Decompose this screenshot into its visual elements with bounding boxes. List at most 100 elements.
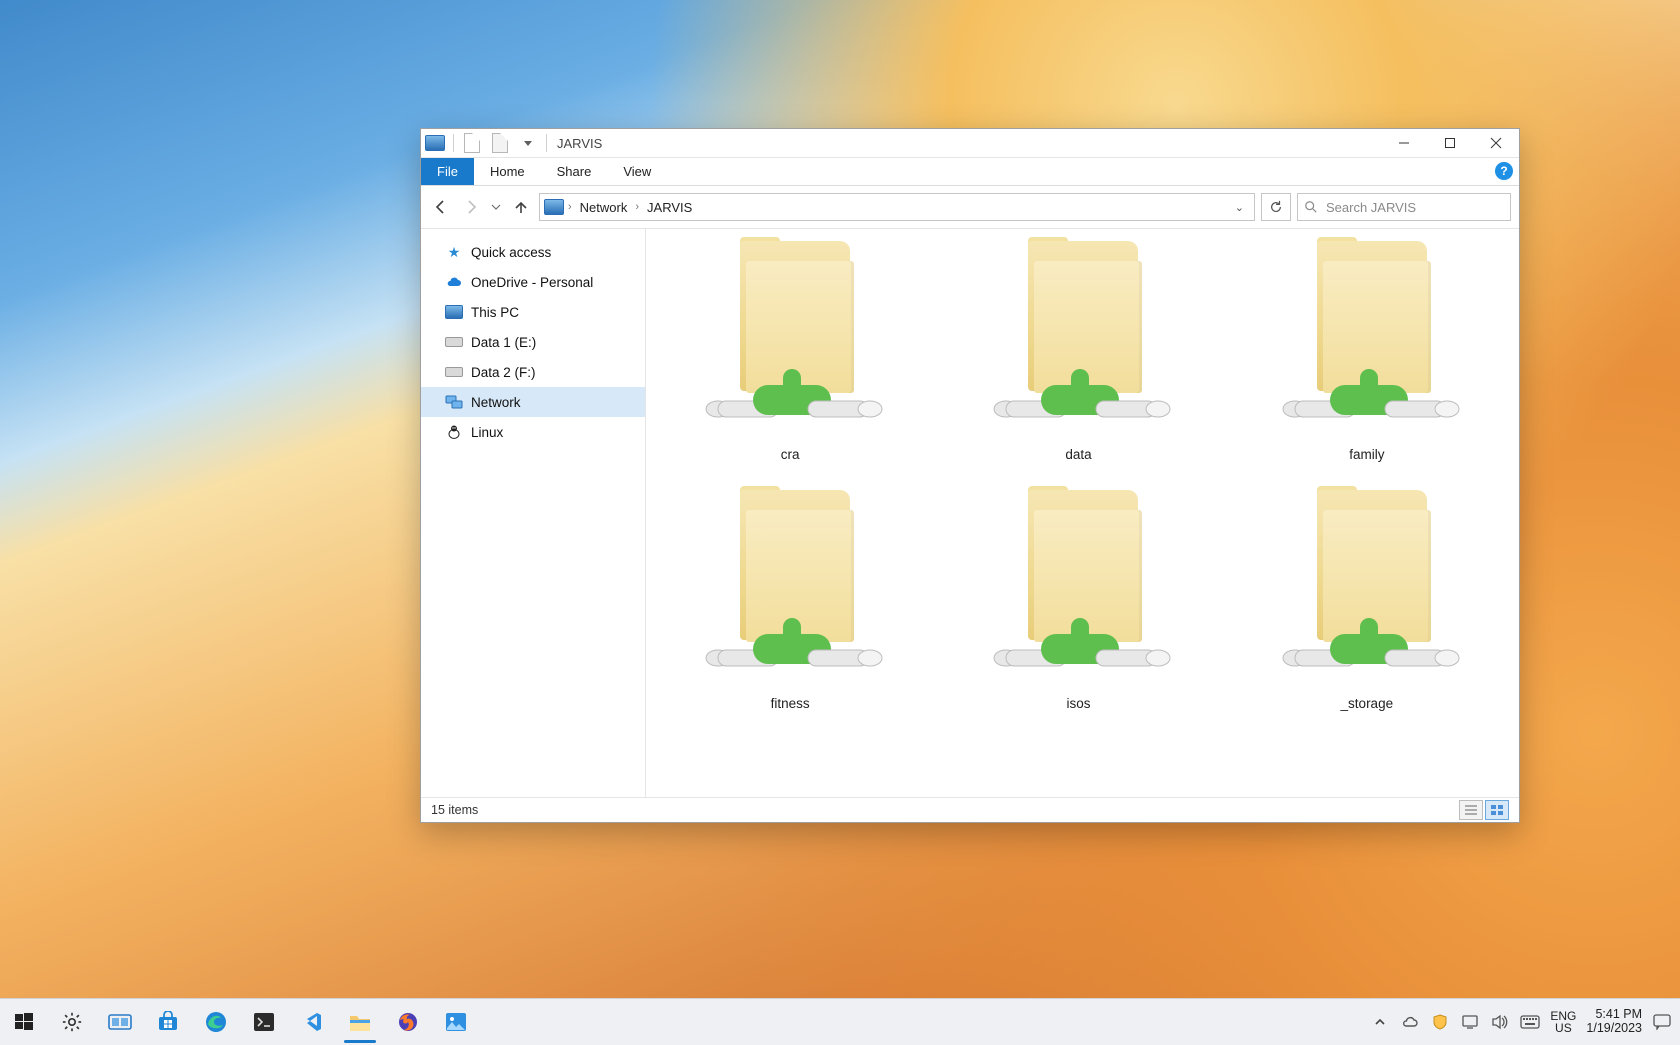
desktop: JARVIS File Home Share View xyxy=(0,0,1680,1045)
security-tray-icon[interactable] xyxy=(1430,1012,1450,1032)
status-item-count: 15 items xyxy=(431,803,478,817)
quick-access-toolbar xyxy=(421,129,551,157)
network-share-folder-icon xyxy=(1267,241,1467,441)
taskbar-file-explorer[interactable] xyxy=(336,999,384,1045)
vscode-icon xyxy=(299,1009,325,1035)
forward-button[interactable] xyxy=(459,195,483,219)
refresh-button[interactable] xyxy=(1261,193,1291,221)
back-button[interactable] xyxy=(429,195,453,219)
taskbar-photos[interactable] xyxy=(432,999,480,1045)
nav-drive-f[interactable]: Data 2 (F:) xyxy=(421,357,645,387)
taskbar-edge[interactable] xyxy=(192,999,240,1045)
language-indicator[interactable]: ENG US xyxy=(1550,1010,1576,1034)
store-icon xyxy=(155,1009,181,1035)
breadcrumb[interactable]: JARVIS xyxy=(643,200,696,215)
view-large-icons-button[interactable] xyxy=(1485,800,1509,820)
nav-label: Network xyxy=(471,395,521,410)
network-share-folder-icon xyxy=(978,241,1178,441)
navigation-pane[interactable]: ★ Quick access OneDrive - Personal This … xyxy=(421,229,646,797)
nav-linux[interactable]: Linux xyxy=(421,417,645,447)
tab-view-label: View xyxy=(623,164,651,179)
help-icon[interactable]: ? xyxy=(1495,162,1513,180)
taskbar-settings[interactable] xyxy=(48,999,96,1045)
taskbar-terminal[interactable] xyxy=(240,999,288,1045)
items-grid: cra data family xyxy=(646,237,1511,715)
clock[interactable]: 5:41 PM 1/19/2023 xyxy=(1586,1008,1642,1036)
titlebar[interactable]: JARVIS xyxy=(421,129,1519,158)
view-details-button[interactable] xyxy=(1459,800,1483,820)
tab-share-label: Share xyxy=(557,164,592,179)
task-view-icon xyxy=(107,1009,133,1035)
nav-onedrive[interactable]: OneDrive - Personal xyxy=(421,267,645,297)
minimize-button[interactable] xyxy=(1381,129,1427,157)
file-explorer-window: JARVIS File Home Share View xyxy=(420,128,1520,823)
tab-share[interactable]: Share xyxy=(541,158,608,185)
network-icon xyxy=(445,393,463,411)
tab-file[interactable]: File xyxy=(421,158,474,185)
nav-label: Data 2 (F:) xyxy=(471,365,536,380)
photos-icon xyxy=(443,1009,469,1035)
up-button[interactable] xyxy=(509,195,533,219)
nav-quick-access[interactable]: ★ Quick access xyxy=(421,237,645,267)
gear-icon xyxy=(59,1009,85,1035)
share-label: _storage xyxy=(1341,696,1394,711)
search-icon xyxy=(1304,200,1318,214)
network-share-item[interactable]: isos xyxy=(934,486,1222,715)
separator xyxy=(546,134,547,152)
tray-overflow-chevron-icon[interactable] xyxy=(1370,1012,1390,1032)
system-tray[interactable]: ENG US 5:41 PM 1/19/2023 xyxy=(1362,999,1680,1045)
linux-icon xyxy=(445,423,463,441)
breadcrumb[interactable]: Network xyxy=(576,200,632,215)
close-button[interactable] xyxy=(1473,129,1519,157)
network-share-item[interactable]: family xyxy=(1223,237,1511,466)
addressbar-history-caret-icon[interactable]: ⌄ xyxy=(1229,201,1250,214)
address-bar[interactable]: › Network › JARVIS ⌄ xyxy=(539,193,1255,221)
nav-label: OneDrive - Personal xyxy=(471,275,593,290)
network-share-item[interactable]: fitness xyxy=(646,486,934,715)
network-share-item[interactable]: data xyxy=(934,237,1222,466)
items-scroll-area[interactable]: cra data family xyxy=(646,229,1519,797)
explorer-body: ★ Quick access OneDrive - Personal This … xyxy=(421,228,1519,797)
clock-date: 1/19/2023 xyxy=(1586,1022,1642,1036)
action-center-icon[interactable] xyxy=(1652,1012,1672,1032)
taskbar-microsoft-store[interactable] xyxy=(144,999,192,1045)
taskbar-task-view[interactable] xyxy=(96,999,144,1045)
nav-label: Data 1 (E:) xyxy=(471,335,536,350)
navigation-row: › Network › JARVIS ⌄ xyxy=(421,186,1519,228)
keyboard-tray-icon[interactable] xyxy=(1520,1012,1540,1032)
qat-customize-caret-icon[interactable] xyxy=(516,131,540,155)
start-button[interactable] xyxy=(0,999,48,1045)
taskbar-firefox[interactable] xyxy=(384,999,432,1045)
tab-home[interactable]: Home xyxy=(474,158,541,185)
qat-properties-icon[interactable] xyxy=(460,131,484,155)
nav-this-pc[interactable]: This PC xyxy=(421,297,645,327)
drive-icon xyxy=(445,363,463,381)
volume-tray-icon[interactable] xyxy=(1490,1012,1510,1032)
network-share-item[interactable]: cra xyxy=(646,237,934,466)
maximize-button[interactable] xyxy=(1427,129,1473,157)
network-share-folder-icon xyxy=(690,490,890,690)
window-title: JARVIS xyxy=(557,136,602,151)
pc-icon xyxy=(445,303,463,321)
system-menu-icon[interactable] xyxy=(423,131,447,155)
search-box[interactable] xyxy=(1297,193,1511,221)
status-bar: 15 items xyxy=(421,797,1519,822)
nav-drive-e[interactable]: Data 1 (E:) xyxy=(421,327,645,357)
network-share-item[interactable]: _storage xyxy=(1223,486,1511,715)
content-pane: cra data family xyxy=(646,229,1519,797)
onedrive-tray-icon[interactable] xyxy=(1400,1012,1420,1032)
tab-view[interactable]: View xyxy=(607,158,667,185)
taskbar-vscode[interactable] xyxy=(288,999,336,1045)
firefox-icon xyxy=(395,1009,421,1035)
recent-locations-caret-icon[interactable] xyxy=(489,195,503,219)
taskbar[interactable]: ENG US 5:41 PM 1/19/2023 xyxy=(0,998,1680,1045)
nav-label: This PC xyxy=(471,305,519,320)
nav-label: Linux xyxy=(471,425,503,440)
file-explorer-icon xyxy=(347,1009,373,1035)
search-input[interactable] xyxy=(1324,199,1504,216)
window-controls xyxy=(1381,129,1519,157)
qat-new-folder-icon[interactable] xyxy=(488,131,512,155)
nav-label: Quick access xyxy=(471,245,551,260)
remote-desktop-tray-icon[interactable] xyxy=(1460,1012,1480,1032)
nav-network[interactable]: Network xyxy=(421,387,645,417)
